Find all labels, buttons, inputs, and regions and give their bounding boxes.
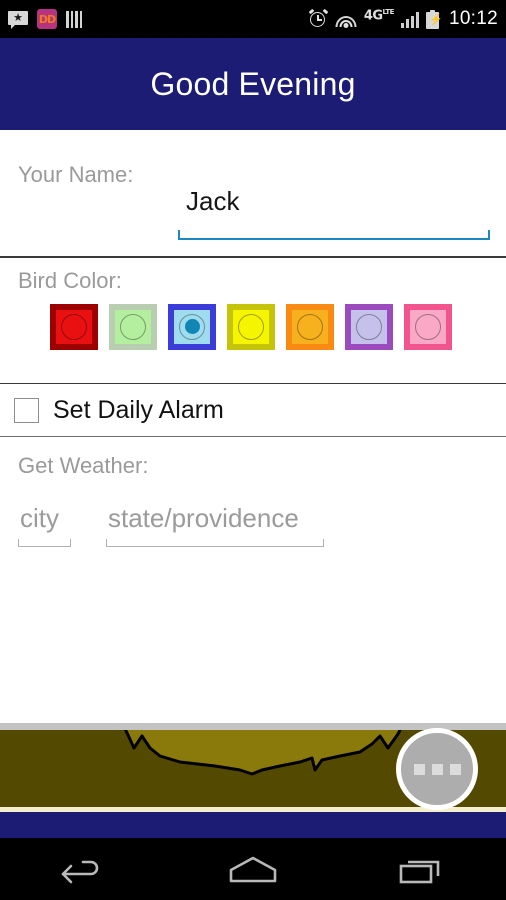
color-swatch-yellow[interactable] [227, 303, 275, 350]
bird-color-label: Bird Color: [18, 267, 122, 293]
dunkin-donuts-icon: DD [37, 9, 57, 29]
bird-color-section: Bird Color: [0, 258, 506, 383]
band-navy-strip [0, 812, 506, 838]
daily-alarm-row[interactable]: Set Daily Alarm [0, 384, 506, 436]
dunkin-donuts-label: DD [38, 12, 56, 26]
selected-dot [184, 319, 200, 334]
signal-icon [400, 11, 419, 28]
android-navigation-bar [0, 838, 506, 900]
name-label: Your Name: [18, 162, 134, 187]
status-bar-system: 4GLTE ⚡ 10:12 [308, 8, 498, 30]
battery-charging-icon: ⚡ [425, 9, 443, 29]
status-bar: ★ DD 4GLTE ⚡ 10:12 [0, 0, 506, 38]
overflow-dots-icon [431, 763, 443, 775]
state-input[interactable]: state/providence [108, 503, 299, 534]
color-swatch-pink[interactable] [404, 303, 452, 350]
state-input-underline [106, 539, 324, 548]
daily-alarm-checkbox[interactable] [14, 397, 39, 423]
status-bar-clock: 10:12 [448, 8, 498, 29]
overflow-menu-button[interactable] [396, 728, 478, 810]
name-input[interactable]: Jack [186, 186, 239, 217]
color-swatch-blue[interactable] [168, 303, 216, 350]
back-icon [62, 860, 99, 884]
color-swatch-red[interactable] [50, 303, 98, 350]
page-title: Good Evening [150, 65, 356, 102]
weather-label: Get Weather: [18, 453, 149, 479]
daily-alarm-label: Set Daily Alarm [53, 395, 224, 424]
home-icon [229, 856, 277, 883]
nav-home-button[interactable] [169, 838, 338, 900]
form-content: Your Name: Jack Bird Color: Set Daily Al… [0, 130, 506, 836]
name-section: Your Name: Jack [0, 130, 506, 256]
overflow-dots-icon [449, 763, 461, 775]
nav-recents-button[interactable] [337, 838, 506, 900]
overflow-dots-icon [413, 763, 425, 775]
bird-color-swatch-group [50, 303, 452, 350]
nav-back-button[interactable] [0, 838, 169, 900]
color-swatch-purple[interactable] [345, 303, 393, 350]
city-input-underline [18, 539, 71, 548]
color-swatch-green[interactable] [109, 303, 157, 350]
phone-screen: ★ DD 4GLTE ⚡ 10:12 Good Evening Your Nam… [0, 0, 506, 900]
wifi-icon [335, 11, 357, 28]
network-sub-label: LTE [382, 8, 395, 17]
name-input-underline [178, 230, 490, 240]
message-star-icon: ★ [8, 10, 28, 29]
alarm-icon [308, 8, 329, 29]
color-swatch-orange[interactable] [286, 303, 334, 350]
recents-icon [399, 860, 439, 884]
weather-section: Get Weather: city state/providence [0, 437, 506, 565]
city-input[interactable]: city [20, 503, 59, 534]
4glte-icon: 4GLTE [363, 8, 395, 24]
barcode-icon [66, 10, 83, 28]
status-bar-notifications: ★ DD [8, 9, 83, 29]
network-type-label: 4G [363, 8, 383, 24]
app-header: Good Evening [0, 38, 506, 130]
